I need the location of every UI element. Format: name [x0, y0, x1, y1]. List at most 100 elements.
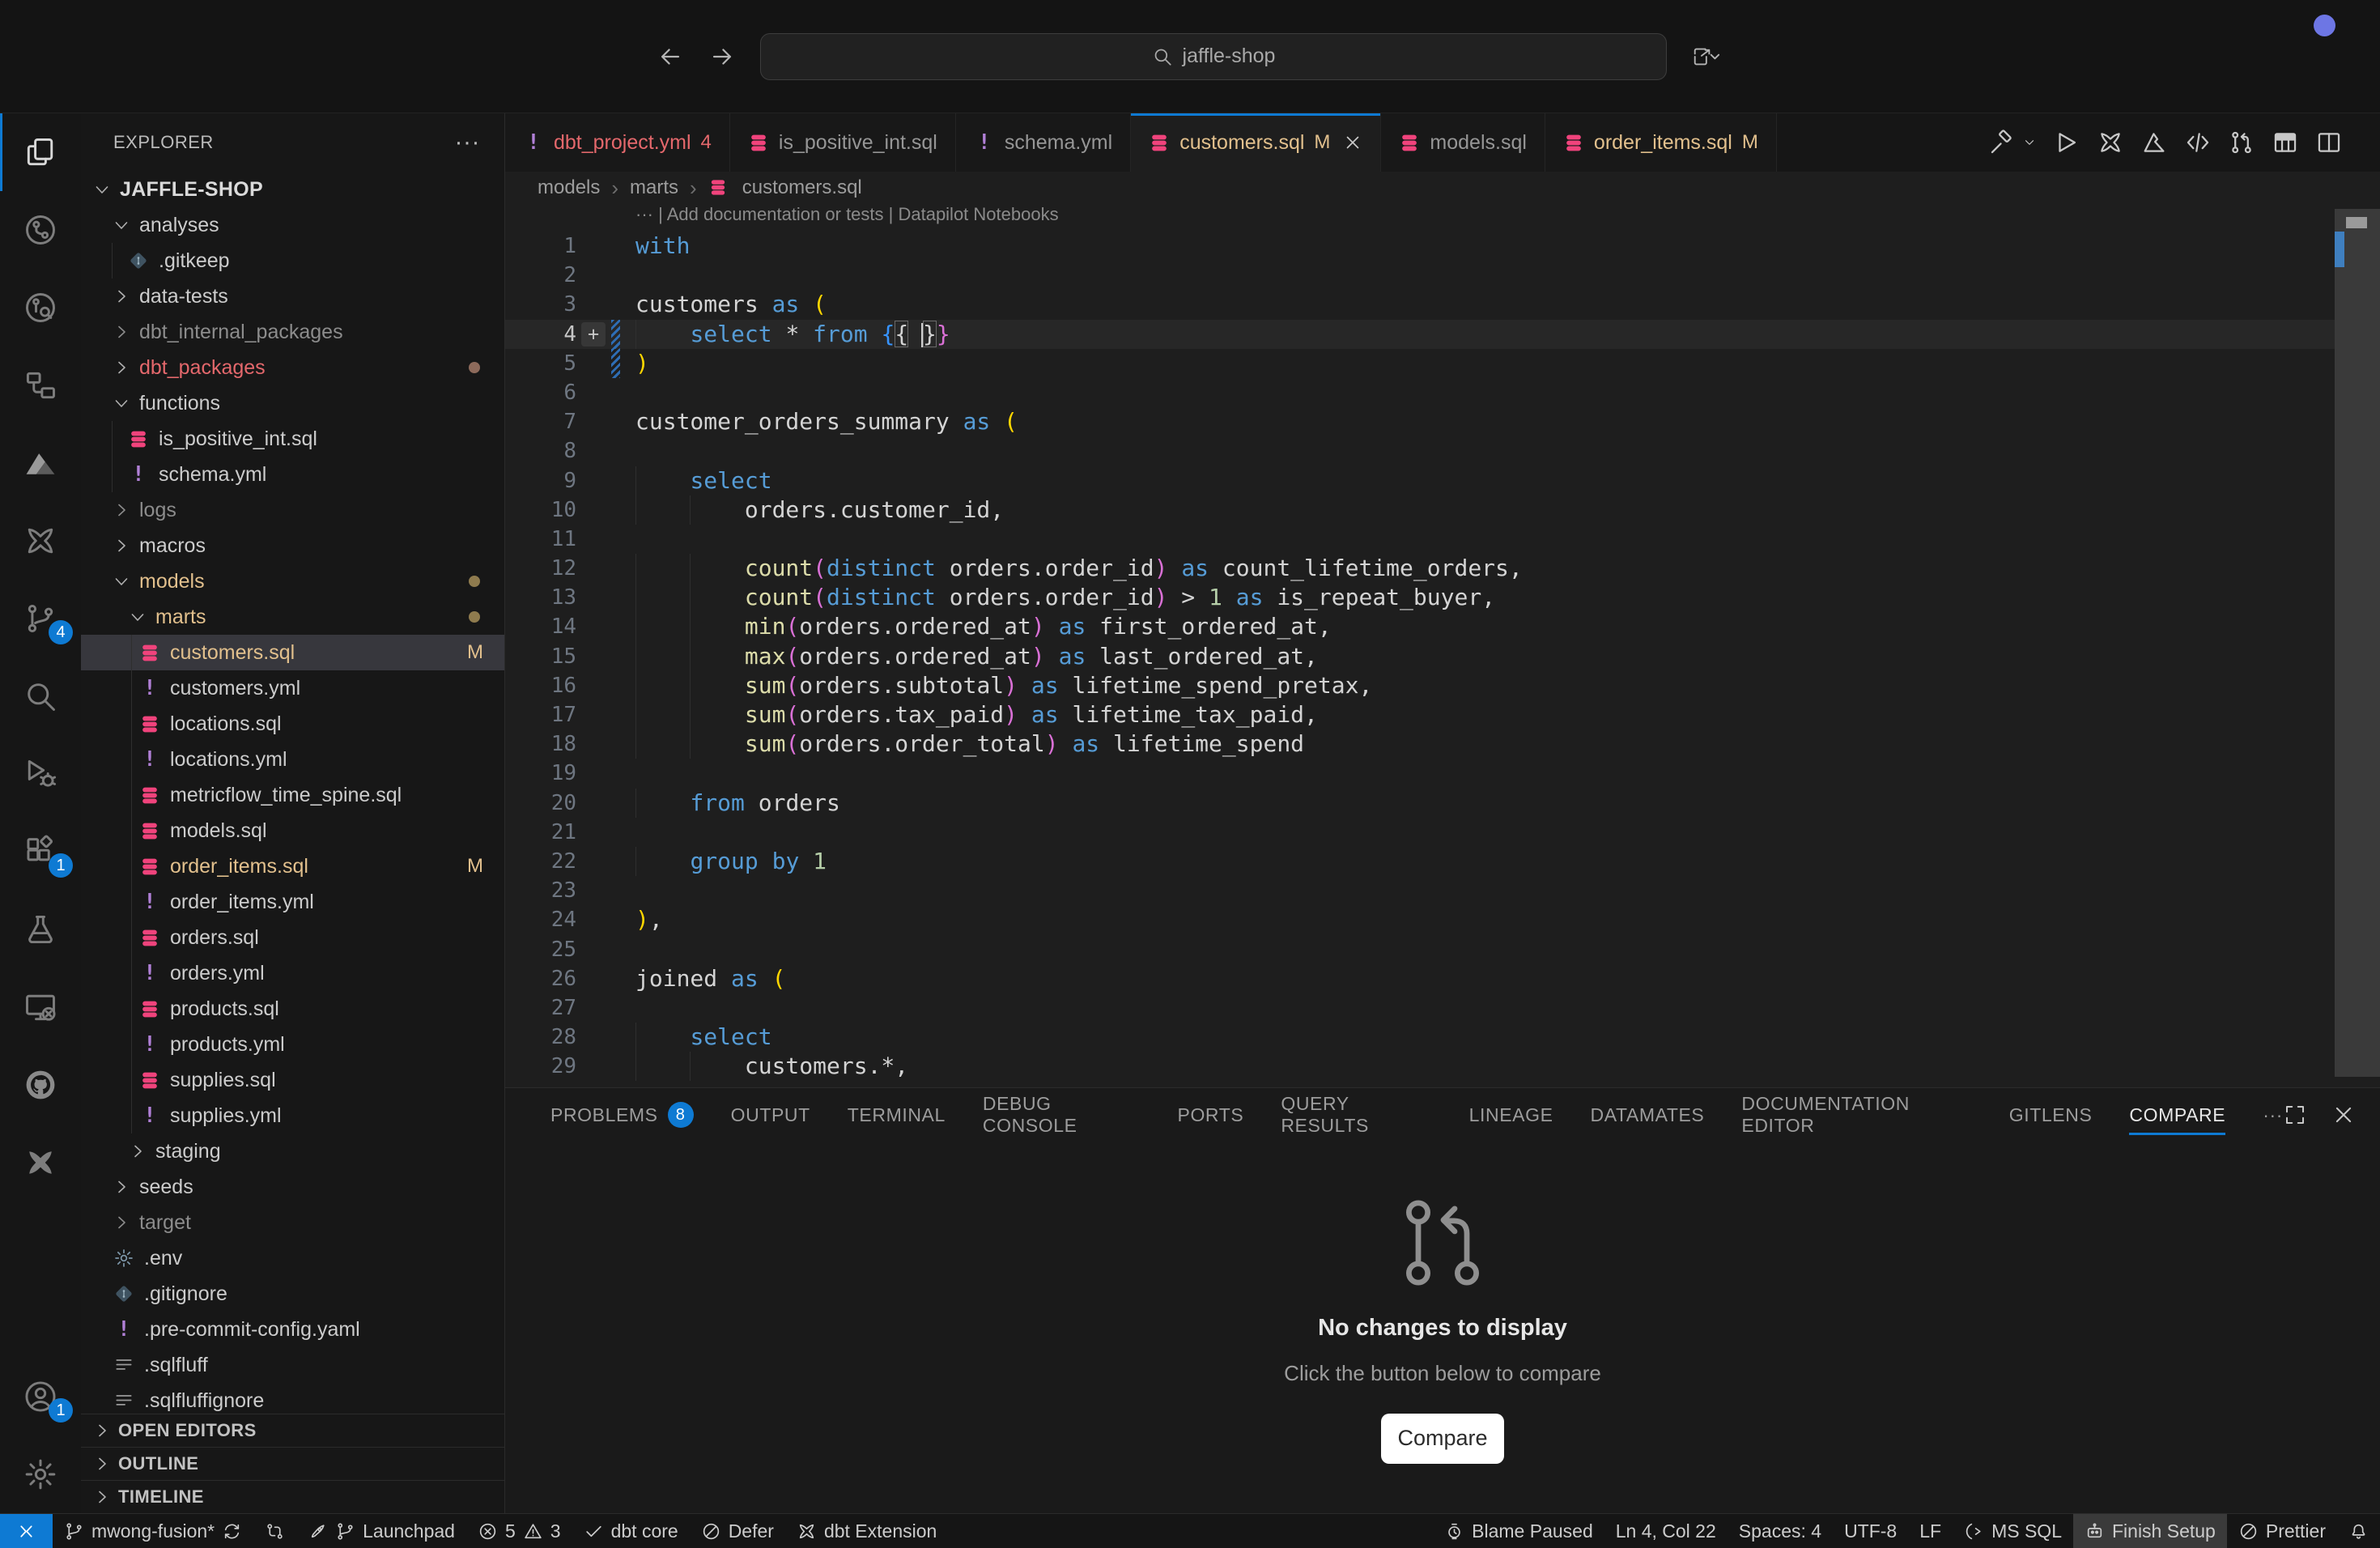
action-build-dbt[interactable]: [1988, 129, 2016, 156]
code-line-18[interactable]: 18 sum(orders.order_total) as lifetime_s…: [505, 729, 2380, 759]
tab-customers-sql[interactable]: customers.sqlM: [1131, 113, 1381, 172]
status-dbt-core[interactable]: dbt core: [572, 1514, 690, 1548]
tree-file-supplies-sql[interactable]: supplies.sql: [81, 1062, 504, 1098]
action-compiled-code[interactable]: [2184, 129, 2212, 156]
section-open-editors[interactable]: OPEN EDITORS: [81, 1414, 504, 1447]
panel-tab-compare[interactable]: COMPARE: [2129, 1088, 2225, 1142]
tree-file-orders-sql[interactable]: orders.sql: [81, 920, 504, 955]
panel-tab-datamates[interactable]: DATAMATES: [1591, 1088, 1705, 1142]
status-encoding[interactable]: UTF-8: [1833, 1514, 1908, 1548]
panel-close-button[interactable]: [2331, 1103, 2356, 1127]
activity-run-and-debug[interactable]: [0, 735, 81, 813]
tree-folder-logs[interactable]: logs: [81, 492, 504, 528]
tree-file-products-sql[interactable]: products.sql: [81, 991, 504, 1027]
tree-file-is-positive-int-sql[interactable]: is_positive_int.sql: [81, 421, 504, 457]
code-line-28[interactable]: 28 select: [505, 1023, 2380, 1052]
tree-folder-dbt-packages[interactable]: dbt_packages: [81, 350, 504, 385]
activity-testing[interactable]: [0, 891, 81, 968]
code-line-5[interactable]: 5): [505, 349, 2380, 378]
tree-file-customers-yml[interactable]: !customers.yml: [81, 670, 504, 706]
panel-tab-more[interactable]: ···: [2263, 1088, 2283, 1142]
section-timeline[interactable]: TIMELINE: [81, 1480, 504, 1513]
panel-tab-ports[interactable]: PORTS: [1178, 1088, 1244, 1142]
section-outline[interactable]: OUTLINE: [81, 1447, 504, 1480]
activity-source-control[interactable]: 4: [0, 580, 81, 657]
activity-git-graph[interactable]: [0, 191, 81, 269]
code-line-9[interactable]: 9 select: [505, 466, 2380, 495]
editor-scrollbar[interactable]: [2335, 209, 2380, 1077]
tree-folder-staging[interactable]: staging: [81, 1133, 504, 1169]
scrollbar-thumb[interactable]: [2335, 209, 2380, 1077]
tree-file-order-items-yml[interactable]: !order_items.yml: [81, 884, 504, 920]
panel-tab-problems[interactable]: PROBLEMS8: [550, 1088, 694, 1142]
code-line-26[interactable]: 26joined as (: [505, 964, 2380, 993]
code-line-22[interactable]: 22 group by 1: [505, 847, 2380, 876]
tree-file-schema-yml[interactable]: !schema.yml: [81, 457, 504, 492]
code-line-20[interactable]: 20 from orders: [505, 789, 2380, 818]
status-prettier[interactable]: Prettier: [2227, 1514, 2337, 1548]
tree-folder-seeds[interactable]: seeds: [81, 1169, 504, 1205]
tree-file-customers-sql[interactable]: customers.sqlM: [81, 635, 504, 670]
panel-tab-lineage[interactable]: LINEAGE: [1469, 1088, 1553, 1142]
tab-schema-yml[interactable]: !schema.yml: [956, 113, 1131, 172]
code-line-23[interactable]: 23: [505, 876, 2380, 905]
tree-file-locations-yml[interactable]: !locations.yml: [81, 742, 504, 777]
tree-folder-macros[interactable]: macros: [81, 528, 504, 563]
activity-git-graph-search[interactable]: [0, 269, 81, 347]
code-line-15[interactable]: 15 max(orders.ordered_at) as last_ordere…: [505, 642, 2380, 671]
code-line-19[interactable]: 19: [505, 759, 2380, 788]
panel-tab-debug-console[interactable]: DEBUG CONSOLE: [983, 1088, 1141, 1142]
status-problems[interactable]: 53: [466, 1514, 572, 1548]
breadcrumb-models[interactable]: models: [538, 176, 600, 199]
activity-remote-explorer[interactable]: [0, 968, 81, 1046]
tree-file-products-yml[interactable]: !products.yml: [81, 1027, 504, 1062]
status-notifications[interactable]: [2337, 1514, 2380, 1548]
code-line-2[interactable]: 2: [505, 261, 2380, 290]
breadcrumb-marts[interactable]: marts: [630, 176, 678, 199]
tree-root-jaffle-shop[interactable]: JAFFLE-SHOP: [81, 172, 504, 207]
nav-back-button[interactable]: [657, 43, 684, 70]
code-line-14[interactable]: 14 min(orders.ordered_at) as first_order…: [505, 612, 2380, 641]
panel-tab-gitlens[interactable]: GITLENS: [2009, 1088, 2093, 1142]
activity-explorer[interactable]: [0, 113, 81, 191]
breadcrumb[interactable]: models›marts›customers.sql: [505, 172, 2380, 204]
code-line-24[interactable]: 24),: [505, 905, 2380, 934]
code-editor[interactable]: 1with23customers as (4+ select * from {{…: [505, 232, 2380, 1087]
tab-order-items-sql[interactable]: order_items.sqlM: [1545, 113, 1777, 172]
tree-folder-marts[interactable]: marts: [81, 599, 504, 635]
panel-tab-terminal[interactable]: TERMINAL: [848, 1088, 946, 1142]
tree-file-pre-commit-config-yaml[interactable]: !.pre-commit-config.yaml: [81, 1312, 504, 1347]
close-icon[interactable]: [1343, 133, 1362, 152]
tree-file-gitkeep[interactable]: .gitkeep: [81, 243, 504, 279]
code-line-3[interactable]: 3customers as (: [505, 290, 2380, 319]
tree-file-sqlfluffignore[interactable]: .sqlfluffignore: [81, 1383, 504, 1414]
tree-file-orders-yml[interactable]: !orders.yml: [81, 955, 504, 991]
tree-file-sqlfluff[interactable]: .sqlfluff: [81, 1347, 504, 1383]
activity-search[interactable]: [0, 657, 81, 735]
tree-file-gitignore[interactable]: .gitignore: [81, 1276, 504, 1312]
code-line-6[interactable]: 6: [505, 378, 2380, 407]
add-line-button[interactable]: +: [581, 322, 606, 347]
action-split-editor[interactable]: [2315, 129, 2343, 156]
code-line-29[interactable]: 29 customers.*,: [505, 1052, 2380, 1081]
code-line-27[interactable]: 27: [505, 993, 2380, 1023]
activity-accounts[interactable]: 1: [0, 1358, 81, 1435]
code-line-17[interactable]: 17 sum(orders.tax_paid) as lifetime_tax_…: [505, 700, 2380, 729]
action-query-results[interactable]: [2272, 129, 2299, 156]
status-eol[interactable]: LF: [1908, 1514, 1953, 1548]
activity-altimate[interactable]: [0, 424, 81, 502]
tab-is-positive-int-sql[interactable]: is_positive_int.sql: [730, 113, 956, 172]
code-line-21[interactable]: 21: [505, 818, 2380, 847]
search-input[interactable]: jaffle-shop: [760, 33, 1667, 80]
tree-folder-target[interactable]: target: [81, 1205, 504, 1240]
tree-file-order-items-sql[interactable]: order_items.sqlM: [81, 848, 504, 884]
status-dbt-extension[interactable]: dbt Extension: [785, 1514, 948, 1548]
code-line-12[interactable]: 12 count(distinct orders.order_id) as co…: [505, 554, 2380, 583]
action-altimate-lineage[interactable]: [2140, 129, 2168, 156]
code-line-16[interactable]: 16 sum(orders.subtotal) as lifetime_spen…: [505, 671, 2380, 700]
panel-maximize-button[interactable]: [2283, 1103, 2307, 1127]
activity-dbt[interactable]: [0, 1124, 81, 1201]
action-git-compare[interactable]: [2228, 129, 2255, 156]
tree-folder-models[interactable]: models: [81, 563, 504, 599]
tab-models-sql[interactable]: models.sql: [1381, 113, 1545, 172]
